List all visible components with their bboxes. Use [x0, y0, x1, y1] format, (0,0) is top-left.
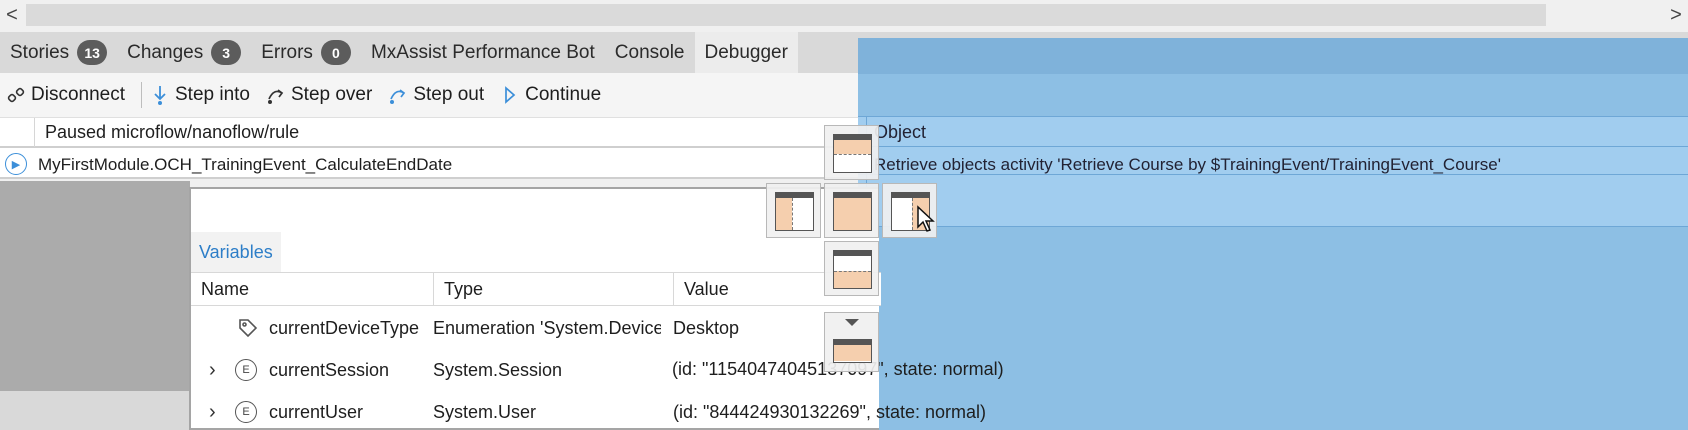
divider: [858, 146, 1688, 147]
step-out-label: Step out: [413, 84, 485, 105]
step-into-label: Step into: [175, 84, 250, 105]
disconnect-label: Disconnect: [31, 84, 125, 105]
object-value: Retrieve objects activity 'Retrieve Cour…: [874, 155, 1501, 174]
empty-area: [0, 181, 190, 391]
bottom-strip: [0, 391, 190, 430]
horizontal-scrollbar[interactable]: < >: [0, 0, 1688, 30]
variable-name: currentSession: [269, 360, 390, 380]
chevron-right-icon[interactable]: ›: [209, 391, 216, 430]
name-column-header[interactable]: Name: [191, 273, 249, 306]
continue-button[interactable]: Continue: [500, 84, 601, 106]
chevron-down-icon: [845, 319, 859, 326]
count-badge: 0: [320, 40, 351, 65]
variable-type: Enumeration 'System.Device...: [433, 318, 661, 338]
variable-type: System.User: [433, 402, 537, 422]
play-icon: ▶: [5, 153, 27, 175]
tab-console[interactable]: Console: [605, 32, 695, 73]
grid-header: Paused microflow/nanoflow/rule: [0, 117, 860, 148]
continue-icon: [500, 84, 520, 106]
dock-tab-target[interactable]: [824, 312, 879, 372]
scroll-left-icon[interactable]: <: [0, 0, 24, 30]
entity-icon: E: [235, 401, 257, 423]
step-out-icon: [388, 84, 408, 106]
tab-label: Changes: [127, 41, 204, 63]
step-into-icon: [150, 84, 170, 106]
divider: [858, 226, 1688, 227]
table-row[interactable]: currentDeviceType Enumeration 'System.De…: [191, 307, 881, 349]
tab-label: Stories: [10, 41, 70, 63]
step-over-label: Step over: [291, 84, 373, 105]
mouse-cursor-icon: [916, 205, 936, 240]
step-out-button[interactable]: Step out: [388, 84, 484, 106]
toolbar-separator: [141, 82, 142, 108]
tab-mxassist-performance-bot[interactable]: MxAssist Performance Bot: [361, 32, 605, 73]
variable-type: System.Session: [433, 360, 563, 380]
paused-column-header[interactable]: Paused microflow/nanoflow/rule: [34, 118, 299, 147]
variable-value: Desktop: [673, 318, 740, 338]
step-over-button[interactable]: Step over: [266, 84, 372, 106]
dock-left-target[interactable]: [766, 183, 821, 238]
chevron-right-icon[interactable]: ›: [209, 349, 216, 391]
step-into-button[interactable]: Step into: [150, 84, 250, 106]
variables-header: Name Type Value: [191, 272, 881, 306]
table-row[interactable]: ▶ MyFirstModule.OCH_TrainingEvent_Calcul…: [0, 150, 860, 179]
disconnect-button[interactable]: Disconnect: [6, 84, 125, 106]
variable-value: (id: "844424930132269", state: normal): [673, 402, 986, 422]
paused-flow-name: MyFirstModule.OCH_TrainingEvent_Calculat…: [38, 155, 453, 174]
tab-debugger[interactable]: Debugger: [694, 32, 798, 73]
scrollbar-thumb[interactable]: [26, 4, 1546, 26]
debugger-toolbar: Disconnect Step into Step over Step out …: [0, 73, 860, 117]
variable-name: currentDeviceType: [269, 318, 420, 338]
type-column-header[interactable]: Type: [433, 273, 483, 306]
count-badge: 13: [77, 40, 108, 65]
tab-changes[interactable]: Changes 3: [117, 32, 251, 73]
dock-preview-band: [858, 38, 1688, 74]
tab-label: MxAssist Performance Bot: [370, 41, 595, 63]
step-over-icon: [266, 84, 286, 106]
tab-variables[interactable]: Variables: [191, 232, 281, 272]
tag-icon: [237, 317, 259, 339]
tab-stories[interactable]: Stories 13: [0, 32, 117, 73]
unlink-icon: [6, 84, 26, 106]
dock-bottom-target[interactable]: [824, 241, 879, 296]
table-row[interactable]: › E currentUser System.User (id: "844424…: [191, 391, 986, 430]
scroll-right-icon[interactable]: >: [1664, 0, 1688, 30]
count-badge: 3: [211, 40, 242, 65]
dock-top-target[interactable]: [824, 125, 879, 180]
tab-label: Console: [614, 41, 685, 63]
object-column-header[interactable]: Object: [874, 117, 926, 148]
variable-name: currentUser: [269, 402, 364, 422]
tab-label: Errors: [261, 41, 313, 63]
value-column-header[interactable]: Value: [673, 273, 729, 306]
tab-errors[interactable]: Errors 0: [251, 32, 361, 73]
divider: [858, 116, 1688, 117]
continue-label: Continue: [525, 84, 602, 105]
dock-center-target[interactable]: [824, 183, 879, 238]
tab-label: Debugger: [704, 41, 788, 63]
entity-icon: E: [235, 359, 257, 381]
paused-flows-grid: Paused microflow/nanoflow/rule ▶ MyFirst…: [0, 117, 860, 179]
